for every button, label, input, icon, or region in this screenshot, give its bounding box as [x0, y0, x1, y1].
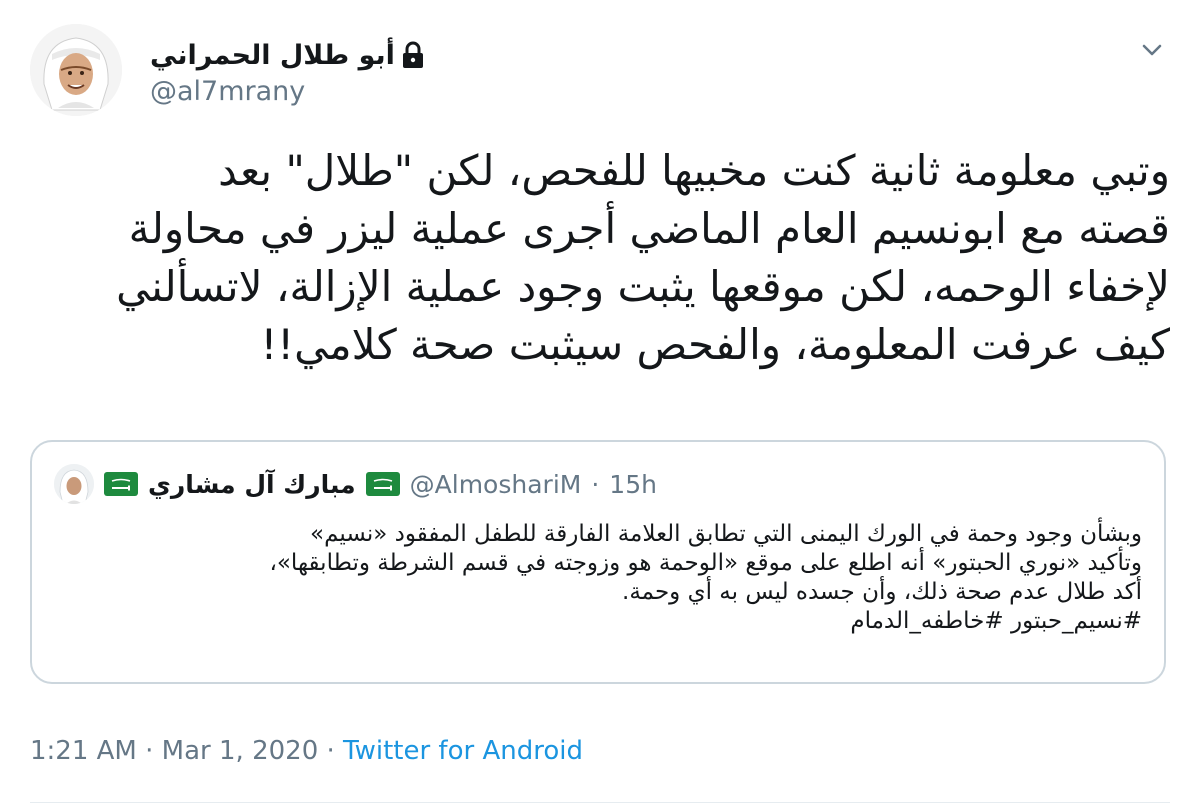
- separator-dot: ·: [326, 736, 335, 766]
- tweet-text: وتبي معلومة ثانية كنت مخبيها للفحص، لكن …: [30, 142, 1170, 374]
- author-line: أبو طلال الحمراني: [150, 38, 425, 72]
- quoted-text-line: وتأكيد «نوري الحبتور» أنه اطلع على موقع …: [269, 550, 1142, 576]
- quoted-text-line: أكد طلال عدم صحة ذلك، وأن جسده ليس به أي…: [622, 579, 1142, 605]
- quoted-tweet-text: وبشأن وجود وحمة في الورك اليمنى التي تطا…: [52, 520, 1142, 636]
- tweet-card: أبو طلال الحمراني @al7mrany وتبي معلومة …: [0, 0, 1200, 807]
- separator-dot: ·: [591, 469, 600, 499]
- quoted-avatar[interactable]: [54, 464, 94, 504]
- tweet-time[interactable]: 1:21 AM: [30, 736, 137, 766]
- quoted-tweet-header: مبارك آل مشاري @AlmoshariM · 15h: [54, 464, 657, 504]
- profile-photo-icon: [54, 464, 94, 504]
- quoted-tweet[interactable]: مبارك آل مشاري @AlmoshariM · 15h وبشأن و…: [30, 440, 1166, 684]
- divider: [30, 802, 1170, 803]
- handle[interactable]: @al7mrany: [150, 76, 305, 107]
- tweet-text-line: كيف عرفت المعلومة، والفحص سيثبت صحة كلام…: [260, 320, 1170, 369]
- avatar[interactable]: [30, 24, 122, 116]
- tweet-source-link[interactable]: Twitter for Android: [343, 736, 583, 766]
- display-name[interactable]: أبو طلال الحمراني: [150, 40, 395, 71]
- tweet-date[interactable]: Mar 1, 2020: [162, 736, 319, 766]
- saudi-flag-icon: [365, 472, 400, 496]
- tweet-text-line: قصته مع ابونسيم العام الماضي أجرى عملية …: [128, 204, 1170, 253]
- lock-icon: [401, 41, 425, 69]
- quoted-text-line: وبشأن وجود وحمة في الورك اليمنى التي تطا…: [310, 521, 1142, 547]
- profile-photo-icon: [30, 24, 122, 116]
- quoted-display-name[interactable]: مبارك آل مشاري: [148, 470, 356, 499]
- saudi-flag-icon: [104, 472, 138, 496]
- quoted-handle[interactable]: @AlmoshariM: [410, 470, 582, 499]
- chevron-down-icon[interactable]: [1138, 36, 1166, 64]
- tweet-text-line: لإخفاء الوحمه، لكن موقعها يثبت وجود عملي…: [116, 262, 1170, 311]
- tweet-text-line: وتبي معلومة ثانية كنت مخبيها للفحص، لكن …: [218, 146, 1170, 195]
- separator-dot: ·: [145, 736, 154, 766]
- quoted-hashtags[interactable]: #نسيم_حبتور #خاطفه_الدمام: [52, 607, 1142, 636]
- quoted-timestamp[interactable]: 15h: [609, 470, 657, 499]
- tweet-footer: 1:21 AM · Mar 1, 2020 · Twitter for Andr…: [30, 736, 583, 766]
